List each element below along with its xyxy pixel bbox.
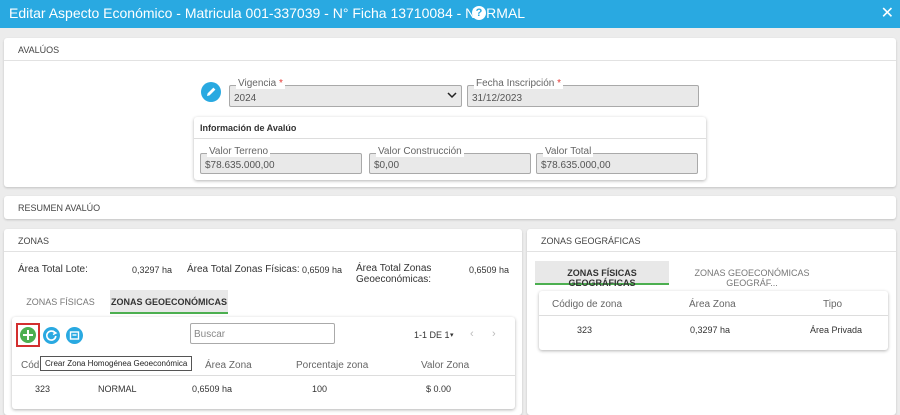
zonas-geo-table-panel: Código de zona Área Zona Tipo 323 0,3297… [539,291,888,350]
valor-construccion-field[interactable]: Valor Construcción $0,00 [369,146,531,174]
col-porcentaje-zona: Porcentaje zona [296,360,369,371]
valor-total-value: $78.635.000,00 [541,160,611,171]
valor-total-label: Valor Total [543,146,594,157]
cell-area-zona: 0,3297 ha [690,325,731,335]
area-total-fisicas-label: Área Total Zonas Físicas: [187,264,300,275]
cell-area: 0,6509 ha [192,384,233,394]
area-total-fisicas-value: 0,6509 ha [302,265,343,275]
table-row[interactable]: 323 NORMAL 0,6509 ha 100 $ 0.00 [12,377,515,401]
resumen-avaluo-header: RESUMEN AVALÚO [18,203,101,213]
valor-construccion-label: Valor Construcción [376,146,464,157]
resumen-avaluo-card[interactable]: RESUMEN AVALÚO [4,196,896,219]
cell-valor: $ 0.00 [426,384,452,394]
tab-zonas-geoeconomicas-geograficas[interactable]: ZONAS GEOECONÓMICAS GEOGRÁF... [672,261,832,288]
cell-codigo-zona: 323 [577,325,593,335]
tab-zonas-fisicas-geograficas[interactable]: ZONAS FÍSICAS GEOGRÁFICAS [535,261,669,288]
valor-construccion-value: $0,00 [374,160,400,171]
fecha-inscripcion-field[interactable]: Fecha Inscripción * 31/12/2023 [467,78,699,107]
col-tipo: Tipo [823,299,843,310]
vigencia-label: Vigencia [238,78,277,89]
area-total-lote-label: Área Total Lote: [18,264,88,275]
dialog-title: Editar Aspecto Económico - Matricula 001… [9,5,526,21]
refresh-icon [46,330,58,341]
edit-icon[interactable] [201,82,221,102]
valor-terreno-value: $78.635.000,00 [205,160,275,171]
area-total-lote-value: 0,3297 ha [132,265,173,275]
close-icon[interactable]: ✕ [881,3,894,23]
col-valor-zona: Valor Zona [421,360,470,371]
col-area-zona: Área Zona [205,360,252,371]
zonas-geograficas-header: ZONAS GEOGRÁFICAS [527,229,896,252]
area-total-geo-value: 0,6509 ha [469,265,510,275]
cell-codigo: 323 [35,384,51,394]
valor-terreno-field[interactable]: Valor Terreno $78.635.000,00 [200,146,362,174]
zonas-card: ZONAS Área Total Lote: 0,3297 ha Área To… [4,229,522,415]
export-button[interactable] [66,327,83,344]
info-avaluo-title: Información de Avalúo [200,123,297,133]
required-mark: * [278,78,283,89]
export-icon [69,331,80,340]
col-area-zona-geo: Área Zona [689,299,736,310]
add-zona-button[interactable] [16,323,40,347]
help-icon[interactable]: ? [472,6,486,20]
fecha-inscripcion-value: 31/12/2023 [472,93,523,104]
pagination-chevron-icon[interactable]: ▾ [450,331,454,339]
plus-icon [23,330,33,340]
prev-page-icon[interactable]: ‹ [470,328,474,340]
next-page-icon[interactable]: › [492,328,496,340]
vigencia-value: 2024 [234,93,257,104]
area-total-geo-label: Área Total Zonas Geoeconómicas: [356,263,432,285]
chevron-down-icon [447,89,457,104]
cell-tipo: Área Privada [810,325,863,335]
avaluos-card: AVALÚOS Vigencia * 2024 Fecha Inscripció… [4,38,896,187]
tab-zonas-geoeconomicas[interactable]: ZONAS GEOECONÓMICAS [110,290,228,314]
create-zona-tooltip: Crear Zona Homogénea Geoeconómica [40,356,193,371]
required-mark: * [557,78,562,89]
vigencia-select[interactable]: Vigencia * 2024 [229,78,462,107]
dialog-titlebar: Editar Aspecto Económico - Matricula 001… [0,0,900,28]
pagination-label[interactable]: 1-1 DE 1 [414,330,450,340]
table-row[interactable]: 323 0,3297 ha Área Privada [539,317,888,345]
valor-terreno-label: Valor Terreno [207,146,271,157]
avaluos-header: AVALÚOS [4,38,896,61]
search-input[interactable]: Buscar [190,323,335,344]
fecha-inscripcion-label: Fecha Inscripción [476,78,555,89]
col-codigo: Cód [21,360,40,371]
valor-total-field[interactable]: Valor Total $78.635.000,00 [536,146,698,174]
col-codigo-zona: Código de zona [552,299,623,310]
cell-nombre: NORMAL [98,384,137,394]
refresh-button[interactable] [43,327,60,344]
cell-porcentaje: 100 [312,384,328,394]
tab-zonas-fisicas[interactable]: ZONAS FÍSICAS [16,290,105,314]
zonas-geograficas-card: ZONAS GEOGRÁFICAS ZONAS FÍSICAS GEOGRÁFI… [527,229,896,415]
zonas-header: ZONAS [4,229,522,252]
info-avaluo-panel: Información de Avalúo Valor Terreno $78.… [194,117,706,180]
search-placeholder: Buscar [194,329,226,340]
